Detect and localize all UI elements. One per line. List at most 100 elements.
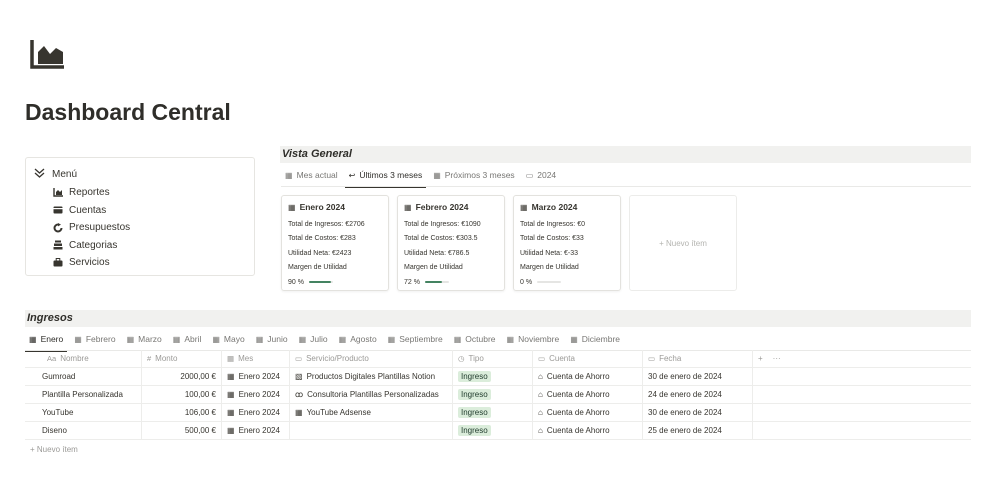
tab-febrero[interactable]: ▦ Febrero — [70, 329, 119, 349]
cell-mes[interactable]: ▦ Enero 2024 — [222, 386, 290, 403]
tab-junio[interactable]: ▦ Junio — [252, 329, 292, 349]
menu-item-servicios[interactable]: Servicios — [34, 254, 254, 272]
glasses-icon: ꝏ — [295, 390, 304, 399]
nombre-value: Plantilla Personalizada — [42, 390, 123, 399]
cell-nombre[interactable]: Plantilla Personalizada — [25, 386, 142, 403]
tab-proximos-3-meses[interactable]: ▦ Próximos 3 meses — [429, 165, 518, 185]
cell-servicio[interactable] — [290, 422, 453, 439]
card-marzo[interactable]: ▦ Marzo 2024 Total de Ingresos: €0 Total … — [513, 195, 621, 291]
more-options-icon[interactable]: ··· — [773, 354, 781, 363]
menu-item-cuentas[interactable]: Cuentas — [34, 202, 254, 220]
cell-servicio[interactable]: ▧ Productos Digitales Plantillas Notion — [290, 368, 453, 385]
tab-label: Junio — [267, 334, 288, 344]
table-row[interactable]: YouTube 106,00 € ▦ Enero 2024 ▦ YouTube Adsen… — [25, 404, 971, 422]
tab-ultimos-3-meses[interactable]: ↩ Últimos 3 meses — [344, 165, 427, 188]
reply-icon: ↩ — [348, 170, 356, 180]
col-servicio[interactable]: ▭ Servicio/Producto — [290, 350, 453, 367]
new-card-button[interactable]: + Nuevo ítem — [629, 195, 737, 291]
calendar-icon: ▦ — [227, 426, 235, 435]
tipo-tag: Ingreso — [458, 425, 491, 436]
card-febrero[interactable]: ▦ Febrero 2024 Total de Ingresos: €1090 T… — [397, 195, 505, 291]
table-icon: ▦ — [285, 170, 293, 180]
cuenta-value: Cuenta de Ahorro — [546, 390, 610, 399]
tab-label: Agosto — [350, 334, 377, 344]
cuenta-value: Cuenta de Ahorro — [546, 426, 610, 435]
tab-mayo[interactable]: ▦ Mayo — [208, 329, 248, 349]
menu-item-reportes[interactable]: Reportes — [34, 184, 254, 202]
cell-monto[interactable]: 2000,00 € — [142, 368, 222, 385]
table-row[interactable]: Gumroad 2000,00 € ▦ Enero 2024 ▧ Productos Di… — [25, 368, 971, 386]
cell-fecha[interactable]: 30 de enero de 2024 — [643, 404, 753, 421]
calendar-icon: ▦ — [227, 372, 235, 381]
calendar-icon: ▦ — [404, 202, 412, 212]
cell-empty — [753, 422, 971, 439]
col-nombre[interactable]: Aa Nombre — [25, 350, 142, 367]
col-cuenta[interactable]: ▭ Cuenta — [533, 350, 643, 367]
vista-tabs: ▦ Mes actual ↩ Últimos 3 meses ▦ Próximos 3… — [281, 165, 563, 188]
tab-marzo[interactable]: ▦ Marzo — [123, 329, 166, 349]
menu-item-categorias[interactable]: Categorias — [34, 237, 254, 255]
tab-label: Noviembre — [518, 334, 560, 344]
cell-fecha[interactable]: 25 de enero de 2024 — [643, 422, 753, 439]
cell-mes[interactable]: ▦ Enero 2024 — [222, 422, 290, 439]
col-tipo[interactable]: ◷ Tipo — [453, 350, 533, 367]
tab-agosto[interactable]: ▦ Agosto — [335, 329, 381, 349]
table-row[interactable]: Plantilla Personalizada 100,00 € ▦ Enero 20… — [25, 386, 971, 404]
tab-label: Septiembre — [399, 334, 443, 344]
cell-tipo[interactable]: Ingreso — [453, 368, 533, 385]
cell-monto[interactable]: 100,00 € — [142, 386, 222, 403]
table-icon: ▦ — [338, 334, 347, 344]
calendar-icon: ▦ — [227, 354, 235, 363]
nombre-value: YouTube — [42, 408, 74, 417]
tab-enero[interactable]: ▦ Enero — [25, 329, 68, 352]
cell-tipo[interactable]: Ingreso — [453, 386, 533, 403]
tab-septiembre[interactable]: ▦ Septiembre — [384, 329, 447, 349]
calendar-icon: ▦ — [520, 202, 528, 212]
table-row[interactable]: Diseno 500,00 € ▦ Enero 2024 Ingreso ⌂ Cuenta … — [25, 422, 971, 440]
column-label: Servicio/Producto — [306, 354, 369, 363]
cell-cuenta[interactable]: ⌂ Cuenta de Ahorro — [533, 368, 643, 385]
menu-item-presupuestos[interactable]: Presupuestos — [34, 219, 254, 237]
menu-toggle[interactable]: Menú — [34, 166, 254, 182]
table-icon: ▦ — [506, 334, 515, 344]
cell-fecha[interactable]: 30 de enero de 2024 — [643, 368, 753, 385]
cell-cuenta[interactable]: ⌂ Cuenta de Ahorro — [533, 422, 643, 439]
tab-label: Febrero — [85, 334, 116, 344]
col-fecha[interactable]: ▭ Fecha — [643, 350, 753, 367]
column-label: Nombre — [60, 354, 89, 363]
tab-noviembre[interactable]: ▦ Noviembre — [503, 329, 564, 349]
tab-2024[interactable]: ▭ 2024 — [522, 165, 560, 185]
cell-monto[interactable]: 106,00 € — [142, 404, 222, 421]
cell-fecha[interactable]: 24 de enero de 2024 — [643, 386, 753, 403]
cell-nombre[interactable]: Diseno — [25, 422, 142, 439]
cell-servicio[interactable]: ꝏ Consultoria Plantillas Personalizadas — [290, 386, 453, 403]
bank-icon: ⌂ — [538, 408, 543, 417]
fecha-value: 24 de enero de 2024 — [648, 390, 722, 399]
cell-nombre[interactable]: YouTube — [25, 404, 142, 421]
cell-cuenta[interactable]: ⌂ Cuenta de Ahorro — [533, 404, 643, 421]
add-column-icon[interactable]: + — [758, 354, 763, 363]
cell-mes[interactable]: ▦ Enero 2024 — [222, 404, 290, 421]
table-icon: ▦ — [570, 334, 578, 344]
cell-tipo[interactable]: Ingreso — [453, 404, 533, 421]
cell-servicio[interactable]: ▦ YouTube Adsense — [290, 404, 453, 421]
tab-octubre[interactable]: ▦ Octubre — [450, 329, 500, 349]
cell-monto[interactable]: 500,00 € — [142, 422, 222, 439]
tab-abril[interactable]: ▦ Abril — [169, 329, 206, 349]
new-row-button[interactable]: + Nuevo ítem — [25, 440, 971, 458]
tab-diciembre[interactable]: ▦ Diciembre — [566, 329, 624, 349]
cell-tipo[interactable]: Ingreso — [453, 422, 533, 439]
col-monto[interactable]: # Monto — [142, 350, 222, 367]
tab-mes-actual[interactable]: ▦ Mes actual — [281, 165, 342, 185]
cell-mes[interactable]: ▦ Enero 2024 — [222, 368, 290, 385]
card-enero[interactable]: ▦ Enero 2024 Total de Ingresos: €2706 Tot… — [281, 195, 389, 291]
vista-general-heading: Vista General — [280, 146, 971, 163]
refresh-icon — [52, 222, 64, 233]
tab-julio[interactable]: ▦ Julio — [295, 329, 332, 349]
margin-progress-fill — [308, 281, 331, 284]
column-label: Tipo — [468, 354, 484, 363]
cell-cuenta[interactable]: ⌂ Cuenta de Ahorro — [533, 386, 643, 403]
tipo-tag: Ingreso — [458, 371, 491, 382]
cell-nombre[interactable]: Gumroad — [25, 368, 142, 385]
col-mes[interactable]: ▦ Mes — [222, 350, 290, 367]
